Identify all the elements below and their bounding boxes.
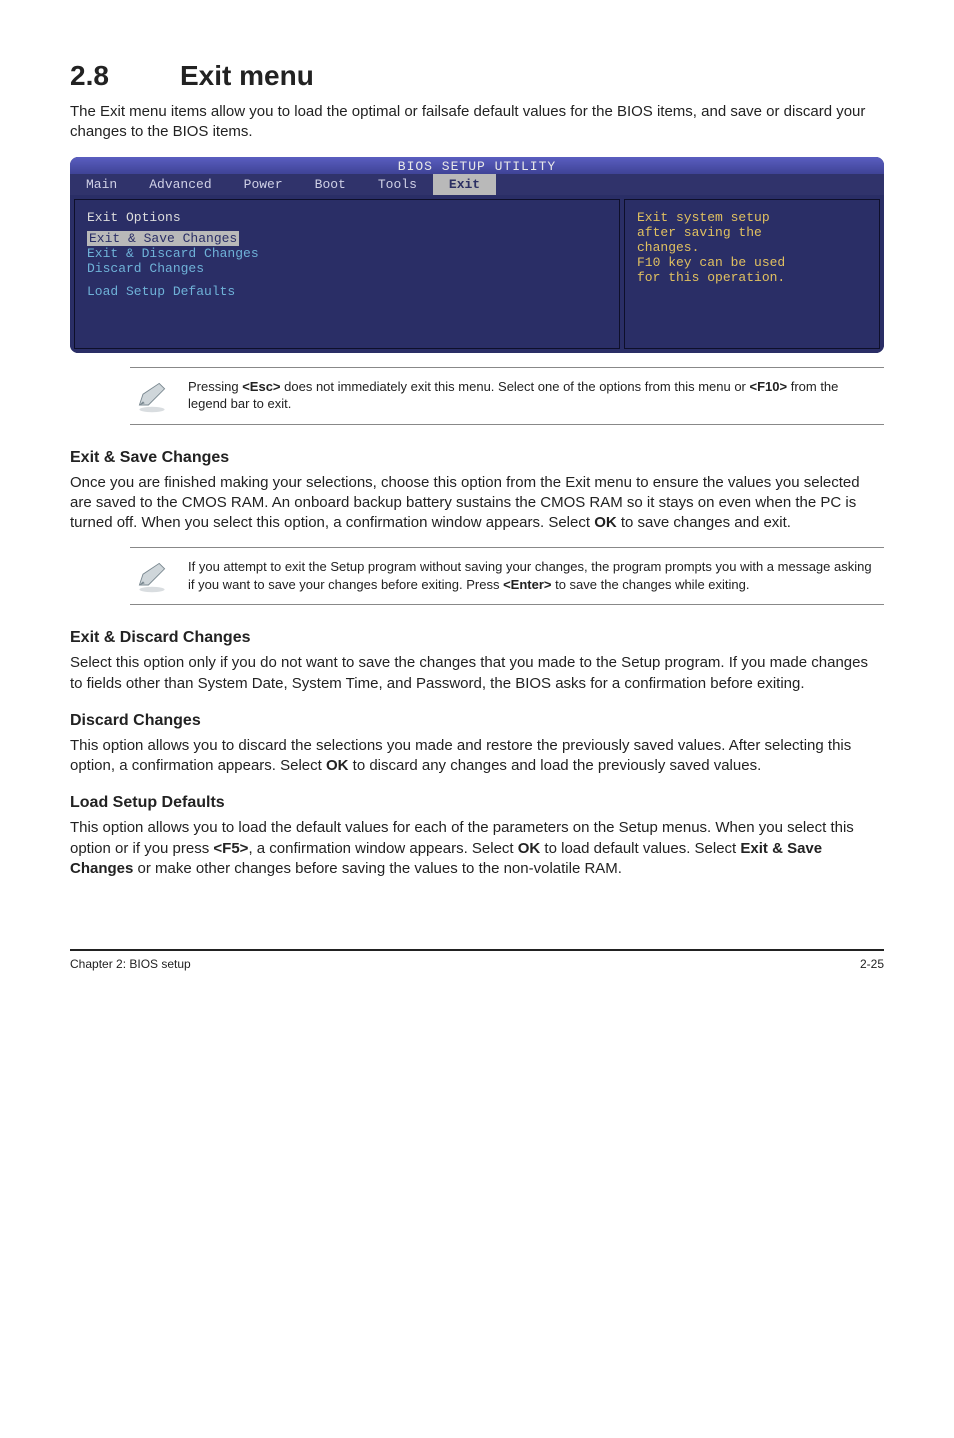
bios-item: Load Setup Defaults — [87, 284, 607, 299]
paragraph-exit-discard: Select this option only if you do not wa… — [70, 653, 884, 694]
bios-help-line: changes. — [637, 240, 867, 255]
note-text: Pressing <Esc> does not immediately exit… — [188, 378, 880, 413]
section-title-text: Exit menu — [180, 60, 314, 91]
ok-bold: OK — [594, 514, 617, 531]
subheading-discard: Discard Changes — [70, 712, 884, 730]
paragraph-text: to load default values. Select — [540, 840, 740, 857]
bios-left-heading: Exit Options — [87, 210, 607, 225]
paragraph-text: , a confirmation window appears. Select — [248, 840, 517, 857]
bios-title: BIOS SETUP UTILITY — [70, 157, 884, 174]
bios-help-pane: Exit system setup after saving the chang… — [624, 199, 880, 349]
subheading-exit-save: Exit & Save Changes — [70, 449, 884, 467]
bios-left-pane: Exit Options Exit & Save Changes Exit & … — [74, 199, 620, 349]
subheading-exit-discard: Exit & Discard Changes — [70, 629, 884, 647]
note-text-part: does not immediately exit this menu. Sel… — [281, 379, 750, 394]
bios-tab-main: Main — [70, 174, 133, 195]
bios-tab-exit: Exit — [433, 174, 496, 195]
bios-screenshot: BIOS SETUP UTILITY Main Advanced Power B… — [70, 157, 884, 353]
ok-bold: OK — [326, 757, 349, 774]
note-text-part: to save the changes while exiting. — [551, 577, 749, 592]
paragraph-load-defaults: This option allows you to load the defau… — [70, 818, 884, 879]
note-key-f10: <F10> — [750, 379, 788, 394]
bios-tab-advanced: Advanced — [133, 174, 227, 195]
pencil-icon — [134, 378, 170, 414]
bios-help-line: for this operation. — [637, 270, 867, 285]
paragraph-discard: This option allows you to discard the se… — [70, 736, 884, 777]
note-esc: Pressing <Esc> does not immediately exit… — [130, 367, 884, 425]
bios-item-highlighted: Exit & Save Changes — [87, 231, 239, 246]
footer-left: Chapter 2: BIOS setup — [70, 957, 191, 971]
intro-paragraph: The Exit menu items allow you to load th… — [70, 102, 884, 143]
note-text: If you attempt to exit the Setup program… — [188, 558, 880, 593]
bios-help-line: Exit system setup — [637, 210, 867, 225]
note-key-esc: <Esc> — [242, 379, 280, 394]
bios-tab-boot: Boot — [299, 174, 362, 195]
key-f5: <F5> — [213, 840, 248, 857]
bios-help-line: F10 key can be used — [637, 255, 867, 270]
paragraph-text: to discard any changes and load the prev… — [348, 757, 761, 774]
bios-help-line: after saving the — [637, 225, 867, 240]
bios-tab-bar: Main Advanced Power Boot Tools Exit — [70, 174, 884, 195]
note-enter: If you attempt to exit the Setup program… — [130, 547, 884, 605]
note-key-enter: <Enter> — [503, 577, 551, 592]
paragraph-text: or make other changes before saving the … — [133, 860, 622, 877]
subheading-load-defaults: Load Setup Defaults — [70, 794, 884, 812]
footer-right: 2-25 — [860, 957, 884, 971]
page-footer: Chapter 2: BIOS setup 2-25 — [70, 949, 884, 971]
note-text-part: Pressing — [188, 379, 242, 394]
paragraph-exit-save: Once you are finished making your select… — [70, 473, 884, 534]
pencil-icon — [134, 558, 170, 594]
bios-tab-power: Power — [228, 174, 299, 195]
section-heading: 2.8Exit menu — [70, 60, 884, 92]
bios-tab-tools: Tools — [362, 174, 433, 195]
ok-bold: OK — [518, 840, 541, 857]
bios-item: Discard Changes — [87, 261, 607, 276]
bios-item: Exit & Discard Changes — [87, 246, 607, 261]
section-number: 2.8 — [70, 60, 180, 92]
paragraph-text: to save changes and exit. — [617, 514, 791, 531]
